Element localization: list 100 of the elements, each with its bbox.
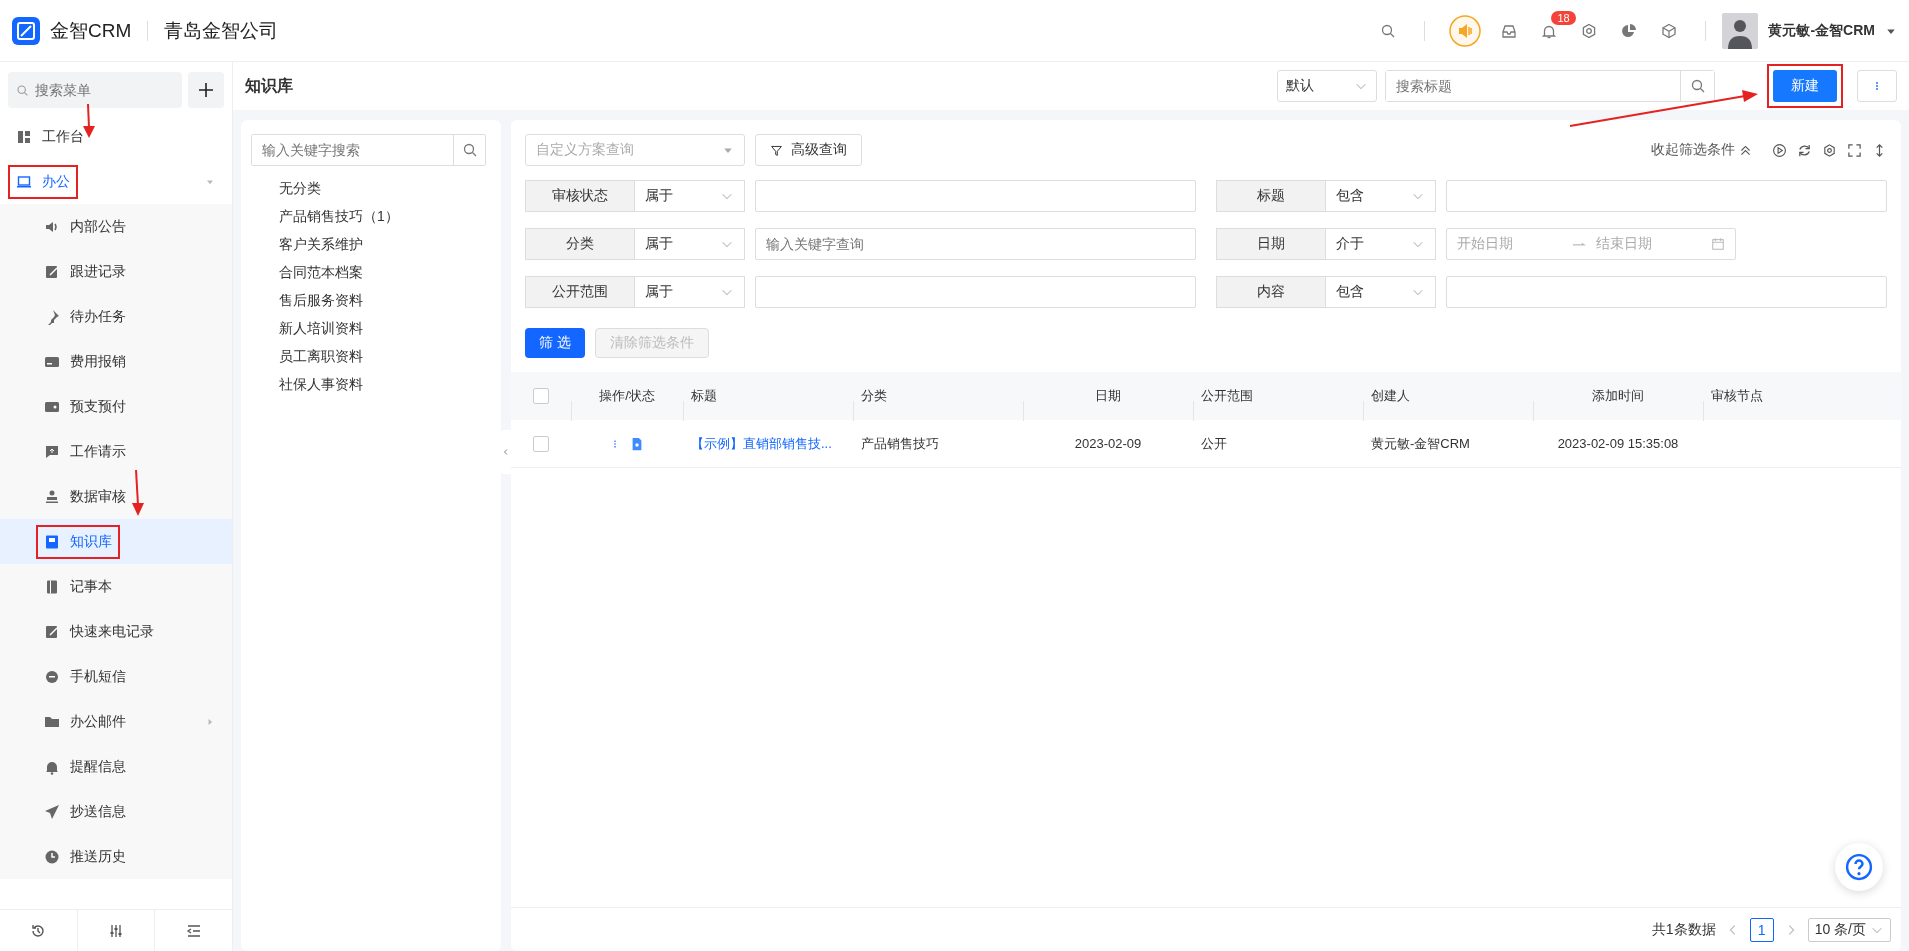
page-size-select[interactable]: 10 条/页 [1807,917,1891,942]
calendar-icon [1711,237,1725,251]
refresh-icon [1797,142,1812,158]
tree-item[interactable]: 客户关系维护 [251,230,491,258]
help-button[interactable] [1835,843,1883,891]
view-select[interactable]: 默认 [1277,70,1377,102]
column-header: 分类 [861,388,887,403]
pie-chart-icon [1621,22,1638,39]
table-cell: 黄元敏-金智CRM [1371,435,1470,451]
avatar[interactable] [1722,12,1759,49]
user-name[interactable]: 黄元敏-金智CRM [1768,21,1875,40]
filter-label: 标题 [1216,180,1326,212]
operator-select[interactable]: 包含 [1326,180,1436,212]
operator-select[interactable]: 介于 [1326,228,1436,260]
tree-item[interactable]: 无分类 [251,174,491,202]
double-chevron-up-icon [1739,143,1752,157]
sidebar-item[interactable]: 待办任务 [0,294,232,339]
search-icon [461,142,478,158]
sidebar-item[interactable]: 内部公告 [0,204,232,249]
sidebar-item[interactable]: 预支预付 [0,384,232,429]
sidebar-item[interactable]: 推送历史 [0,834,232,879]
column-header: 标题 [691,388,717,403]
brand-name: 金智CRM [50,18,132,43]
clock-icon [44,848,60,865]
advanced-search-button[interactable]: 高级查询 [755,134,862,166]
menu-fold-icon [185,922,202,939]
play-circle-icon [1772,142,1787,158]
company-name: 青岛金智公司 [164,18,279,43]
tree-item[interactable]: 社保人事资料 [251,370,491,398]
filter-value-field[interactable] [755,276,1196,308]
search-button[interactable] [1680,71,1714,101]
tree-item[interactable]: 合同范本档案 [251,258,491,286]
settings-icon [1581,22,1598,39]
cube-icon [1661,22,1678,39]
sidebar-item[interactable]: 手机短信 [0,654,232,699]
title-link[interactable]: 【示例】直销部销售技... [691,435,832,451]
sidebar-item[interactable]: 数据审核 [0,474,232,519]
sidebar-item[interactable]: 跟进记录 [0,249,232,294]
new-button[interactable]: 新建 [1773,70,1837,102]
help-icon [1845,853,1873,881]
column-header: 创建人 [1371,388,1410,403]
logo-icon [12,16,40,45]
sidebar-item[interactable]: 记事本 [0,564,232,609]
chevron-left-icon [502,446,510,458]
table-cell: 2023-02-09 15:35:08 [1557,436,1679,451]
category-search-box[interactable]: 输入关键字搜索 [251,134,486,166]
filter-icon [770,143,783,157]
search-icon [1689,78,1706,94]
settings-icon [1822,142,1837,158]
filter-value-field[interactable] [1446,180,1887,212]
filter-value-field[interactable] [1446,276,1887,308]
filter-label: 公开范围 [525,276,635,308]
select-all-checkbox[interactable] [533,388,549,404]
menu-search-field[interactable]: 搜索菜单 [33,81,153,99]
sidebar-item[interactable]: 费用报销 [0,339,232,384]
plus-icon [198,82,214,98]
title-search-box[interactable]: 搜索标题 [1385,70,1715,102]
filter-label: 分类 [525,228,635,260]
filter-label: 内容 [1216,276,1326,308]
tree-item[interactable]: 售后服务资料 [251,286,491,314]
add-button[interactable] [188,72,224,108]
filter-button[interactable]: 筛 选 [525,328,585,358]
operator-select[interactable]: 属于 [635,276,745,308]
menu-search-box[interactable]: 搜索菜单 [8,72,182,108]
page-button[interactable]: 1 [1749,917,1774,942]
book-icon [44,533,60,550]
operator-select[interactable]: 属于 [635,228,745,260]
notebook-icon [44,578,60,595]
operator-select[interactable]: 包含 [1326,276,1436,308]
operator-select[interactable]: 属于 [635,180,745,212]
tree-item[interactable]: 员工离职资料 [251,342,491,370]
column-header: 公开范围 [1201,388,1253,403]
tree-item[interactable]: 产品销售技巧（1） [251,202,491,230]
collapse-filters-link[interactable]: 收起筛选条件 [1651,141,1752,159]
column-header: 日期 [1095,388,1121,403]
annotation-arrow [83,103,95,138]
sidebar-item[interactable]: 办公邮件 [0,699,232,744]
filter-value-field[interactable]: 输入关键字查询 [755,228,1196,260]
sidebar-item[interactable]: 工作请示 [0,429,232,474]
sidebar-item[interactable]: 提醒信息 [0,744,232,789]
row-checkbox[interactable] [533,435,549,452]
column-header: 添加时间 [1592,388,1644,403]
more-button[interactable] [1857,70,1897,102]
sidebar-item[interactable]: 知识库 [0,519,232,564]
sidebar-item[interactable]: 抄送信息 [0,789,232,834]
send-icon [44,803,60,820]
filter-label: 审核状态 [525,180,635,212]
stamp-icon [44,488,60,505]
total-count: 共1条数据 [1651,920,1716,939]
search-icon [16,83,29,97]
sidebar-item[interactable]: 办公 [0,159,232,204]
sidebar-item[interactable]: 工作台 [0,114,232,159]
tree-item[interactable]: 新人培训资料 [251,314,491,342]
column-header: 审核节点 [1711,388,1763,403]
notification-badge: 18 [1551,10,1576,25]
search-button[interactable] [453,135,485,165]
speaker-icon[interactable] [1449,14,1482,47]
page-title: 知识库 [245,75,294,96]
sidebar-item[interactable]: 快速来电记录 [0,609,232,654]
filter-value-field[interactable] [755,180,1196,212]
